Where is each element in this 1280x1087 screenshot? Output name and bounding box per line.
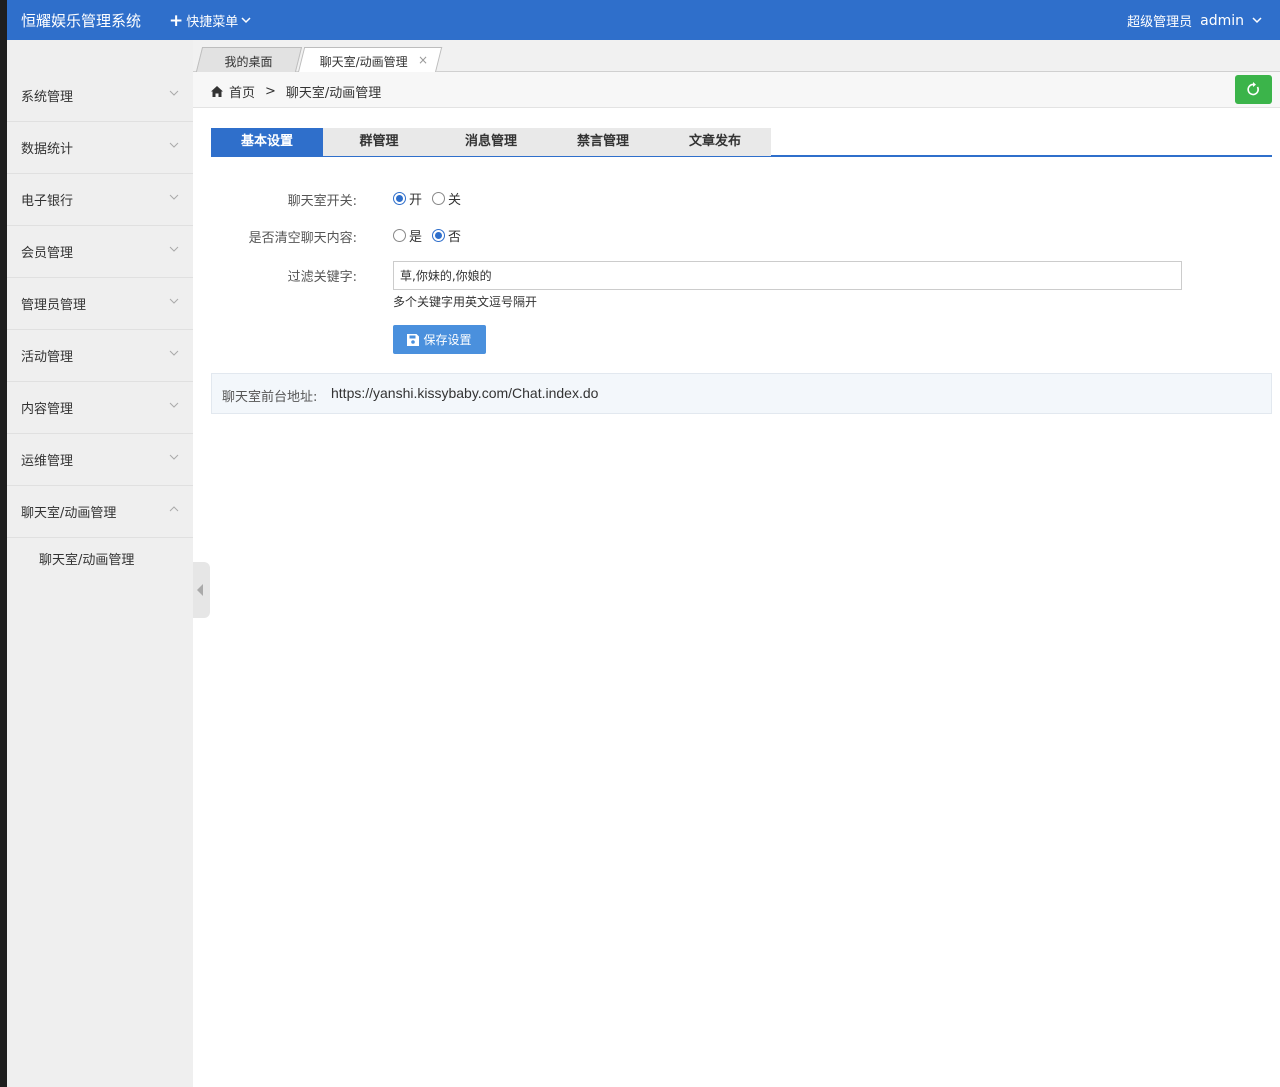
chatroom-address-bar: 聊天室前台地址: https://yanshi.kissybaby.com/Ch… (211, 373, 1272, 414)
radio-label: 是 (409, 230, 423, 245)
tab-label: 我的桌面 (224, 55, 273, 69)
radio-label: 开 (409, 193, 423, 208)
chevron-down-icon (241, 17, 251, 24)
refresh-icon (1247, 82, 1259, 96)
clear-content-label: 是否清空聊天内容: (248, 231, 357, 246)
chevron-up-icon (169, 506, 179, 512)
sidebar-item-label: 系统管理 (21, 90, 74, 105)
keywords-label: 过滤关键字: (287, 270, 357, 285)
keywords-input[interactable] (393, 261, 1182, 290)
quick-menu-label: 快捷菜单 (186, 15, 239, 30)
breadcrumb-home[interactable]: 首页 (229, 82, 255, 101)
chevron-down-icon (169, 454, 179, 460)
chevron-down-icon (169, 90, 179, 96)
tab-group-management[interactable]: 群管理 (323, 128, 435, 156)
breadcrumb-current: 聊天室/动画管理 (285, 86, 382, 101)
home-icon (211, 86, 223, 97)
chevron-down-icon (169, 142, 179, 148)
chevron-down-icon (169, 402, 179, 408)
clear-content-radio-group: 是 否 (393, 226, 471, 245)
tab-article-publish[interactable]: 文章发布 (659, 128, 771, 156)
user-role: 超级管理员 (1127, 15, 1193, 30)
refresh-button[interactable] (1235, 75, 1272, 104)
sidebar-item-admins[interactable]: 管理员管理 (7, 278, 193, 330)
user-menu[interactable]: 超级管理员 admin (1127, 11, 1262, 30)
clear-content-yes-radio[interactable] (393, 229, 406, 242)
sidebar-item-activities[interactable]: 活动管理 (7, 330, 193, 382)
collapse-sidebar-icon (197, 584, 203, 596)
left-edge-strip (0, 0, 7, 1087)
save-settings-button[interactable]: 保存设置 (393, 325, 486, 354)
chat-switch-label: 聊天室开关: (287, 194, 357, 209)
close-icon[interactable]: × (418, 53, 428, 67)
tab-message-management[interactable]: 消息管理 (435, 128, 547, 156)
chat-switch-off-radio[interactable] (432, 192, 446, 205)
tab-basic-settings[interactable]: 基本设置 (211, 128, 323, 156)
save-icon (407, 333, 420, 346)
sidebar-item-label: 运维管理 (21, 454, 74, 469)
sidebar-item-label: 电子银行 (21, 194, 74, 209)
tab-chatroom[interactable]: 聊天室/动画管理 × (297, 47, 443, 73)
radio-label: 关 (448, 193, 462, 208)
sidebar-item-system[interactable]: 系统管理 (7, 70, 193, 122)
address-label: 聊天室前台地址: (222, 390, 318, 405)
chevron-down-icon (1252, 17, 1262, 24)
tab-label: 聊天室/动画管理 (319, 55, 408, 69)
breadcrumb-separator: > (265, 84, 276, 99)
breadcrumb: 首页 > 聊天室/动画管理 (211, 82, 381, 101)
top-header: 恒耀娱乐管理系统 + 快捷菜单 超级管理员 admin (7, 0, 1280, 40)
sidebar-item-chatroom[interactable]: 聊天室/动画管理 (7, 486, 193, 538)
breadcrumb-bar: 首页 > 聊天室/动画管理 (193, 72, 1280, 108)
sidebar-subitem-chatroom[interactable]: 聊天室/动画管理 (7, 540, 193, 576)
sidebar-subitem-label: 聊天室/动画管理 (39, 553, 135, 568)
radio-label: 否 (448, 230, 462, 245)
sidebar-item-label: 内容管理 (21, 402, 74, 417)
sidebar-collapse-handle[interactable] (193, 562, 210, 618)
username: admin (1200, 12, 1244, 29)
tab-my-desktop[interactable]: 我的桌面 (195, 47, 303, 72)
sidebar-item-label: 数据统计 (21, 142, 74, 157)
plus-icon: + (169, 10, 184, 31)
address-url[interactable]: https://yanshi.kissybaby.com/Chat.index.… (331, 385, 598, 401)
page-tab-bar: 我的桌面 聊天室/动画管理 × (193, 40, 1280, 73)
content-tabs: 基本设置 群管理 消息管理 禁言管理 文章发布 (211, 128, 1272, 157)
tab-mute-management[interactable]: 禁言管理 (547, 128, 659, 156)
chevron-down-icon (169, 298, 179, 304)
chevron-down-icon (169, 350, 179, 356)
sidebar-item-statistics[interactable]: 数据统计 (7, 122, 193, 174)
sidebar-item-ops[interactable]: 运维管理 (7, 434, 193, 486)
sidebar-item-label: 聊天室/动画管理 (21, 506, 117, 521)
quick-menu-button[interactable]: + 快捷菜单 (169, 11, 251, 30)
sidebar-item-content[interactable]: 内容管理 (7, 382, 193, 434)
sidebar-item-label: 管理员管理 (21, 298, 87, 313)
clear-content-no-radio[interactable] (432, 229, 446, 242)
app-title: 恒耀娱乐管理系统 (21, 12, 142, 30)
sidebar-item-label: 会员管理 (21, 246, 74, 261)
sidebar-item-label: 活动管理 (21, 350, 74, 365)
chat-switch-radio-group: 开 关 (393, 189, 471, 208)
chat-switch-on-radio[interactable] (393, 192, 406, 205)
save-settings-label: 保存设置 (423, 333, 472, 347)
keywords-hint: 多个关键字用英文逗号隔开 (393, 295, 538, 309)
